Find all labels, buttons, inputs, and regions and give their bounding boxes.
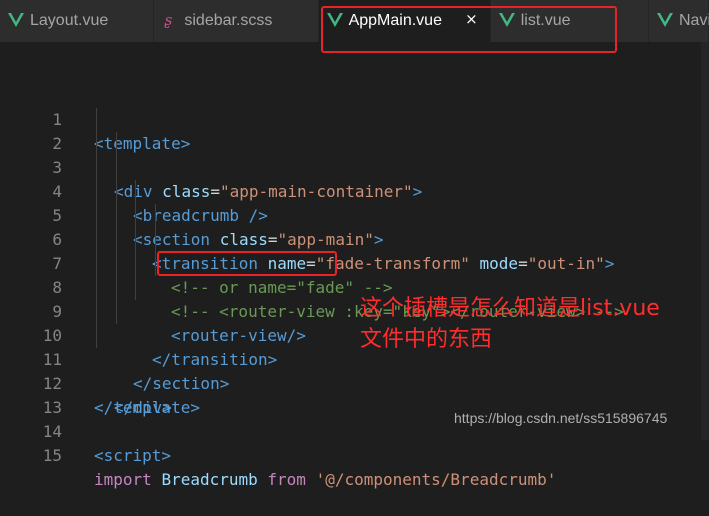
sass-file-icon: ʂ [164,11,173,29]
tab-sidebar-scss[interactable]: ʂ sidebar.scss [154,0,319,42]
tab-layout-vue[interactable]: Layout.vue [0,0,155,42]
tabs-highlight-box [321,6,617,53]
tab-navbar-vue[interactable]: Navi [649,0,709,42]
vue-file-icon [8,13,24,27]
router-view-highlight-box [157,251,337,276]
code-text: <script> [94,446,172,465]
annotation-line-2: 文件中的东西 [360,327,493,352]
code-line: 5 <transition name="fade-transform" mode… [0,180,709,273]
code-editor[interactable]: 1 <template> 2 <div class="app-main-cont… [0,84,709,489]
code-line: 7 <!-- <router-view :key="key"></router-… [0,228,709,321]
line-number: 15 [42,446,62,465]
watermark: https://blog.csdn.net/ss515896745 [454,410,668,426]
vue-file-icon [657,13,673,27]
tab-label: sidebar.scss [184,12,273,29]
code-line: 1 <template> [0,84,709,153]
code-line: 3 <breadcrumb /> [0,132,709,225]
code-line: 2 <div class="app-main-container"> [0,108,709,201]
code-line: 8 <router-view/> [0,252,709,345]
annotation-text: 这个插槽是怎么知道是list.vue 文件中的东西 [360,293,660,355]
tab-label: Layout.vue [30,12,109,29]
tab-label: Navi [679,12,709,29]
code-line: 4 <section class="app-main"> [0,156,709,249]
code-text: import Breadcrumb from '@/components/Bre… [94,470,557,489]
code-line: 6 <!-- or name="fade" --> [0,204,709,297]
code-line: 13 [0,372,709,417]
vertical-scrollbar[interactable] [701,42,709,440]
annotation-line-1: 这个插槽是怎么知道是list.vue [360,296,660,321]
